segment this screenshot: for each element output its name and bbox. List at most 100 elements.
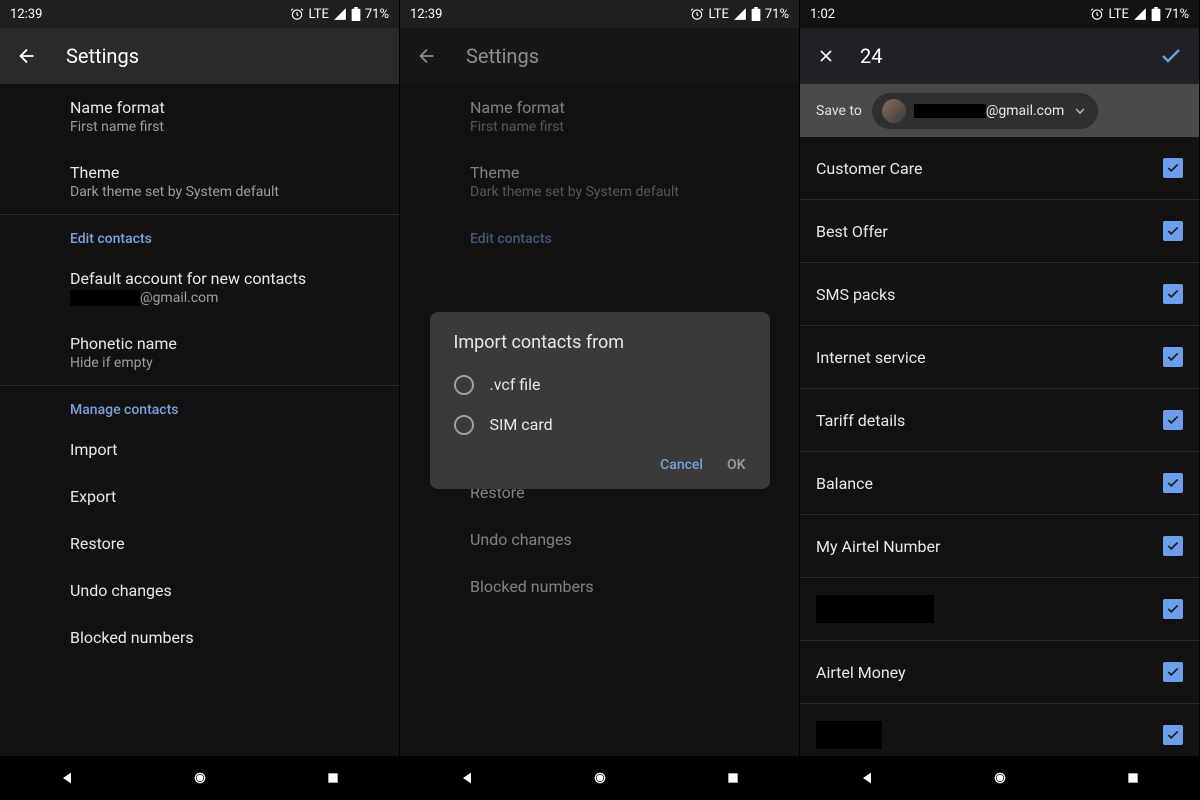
- row-import[interactable]: Import: [0, 426, 399, 473]
- status-time: 1:02: [810, 7, 835, 22]
- contact-name: Airtel Money: [816, 663, 906, 682]
- radio-icon: [454, 375, 474, 395]
- row-theme[interactable]: Theme Dark theme set by System default: [0, 149, 399, 214]
- contact-row[interactable]: Balance: [800, 452, 1199, 515]
- nav-recents-icon[interactable]: [1123, 768, 1143, 788]
- contact-name: Balance: [816, 474, 873, 493]
- checkbox[interactable]: [1163, 725, 1183, 745]
- contact-row[interactable]: [800, 578, 1199, 641]
- battery-icon: [1151, 7, 1161, 21]
- nav-recents-icon[interactable]: [323, 768, 343, 788]
- row-restore[interactable]: Restore: [0, 520, 399, 567]
- screen-select-contacts: 1:02 LTE 71% 24 Save to @gmail.com Custo…: [800, 0, 1200, 800]
- row-default-account[interactable]: Default account for new contacts @gmail.…: [0, 255, 399, 320]
- contact-name: Internet service: [816, 348, 926, 367]
- selection-bar: 24: [800, 28, 1199, 84]
- save-to-bar: Save to @gmail.com: [800, 84, 1199, 137]
- nav-back-icon[interactable]: [57, 768, 77, 788]
- screen-import-dialog: 12:39 LTE 71% Settings Name formatFirst …: [400, 0, 800, 800]
- row-export[interactable]: Export: [0, 473, 399, 520]
- contact-row[interactable]: Internet service: [800, 326, 1199, 389]
- nav-recents-icon[interactable]: [723, 768, 743, 788]
- network-label: LTE: [308, 7, 328, 22]
- radio-vcf[interactable]: .vcf file: [430, 365, 770, 405]
- contact-row[interactable]: Airtel Money: [800, 641, 1199, 704]
- network-label: LTE: [708, 7, 728, 22]
- battery-label: 71%: [765, 7, 789, 22]
- signal-icon: [1133, 7, 1147, 21]
- ok-button[interactable]: OK: [727, 457, 746, 473]
- checkbox[interactable]: [1163, 347, 1183, 367]
- chevron-down-icon: [1072, 103, 1088, 119]
- nav-bar: [800, 756, 1199, 800]
- redacted-email-prefix: [70, 290, 140, 306]
- checkbox[interactable]: [1163, 410, 1183, 430]
- status-bar: 1:02 LTE 71%: [800, 0, 1199, 28]
- row-name-format[interactable]: Name format First name first: [0, 84, 399, 149]
- alarm-icon: [1090, 7, 1104, 21]
- alarm-icon: [290, 7, 304, 21]
- close-icon[interactable]: [816, 46, 836, 66]
- radio-icon: [454, 415, 474, 435]
- page-title: Settings: [466, 44, 539, 68]
- battery-label: 71%: [1165, 7, 1189, 22]
- contact-name: Best Offer: [816, 222, 888, 241]
- checkbox[interactable]: [1163, 536, 1183, 556]
- back-icon[interactable]: [16, 45, 38, 67]
- status-right: LTE 71%: [690, 7, 789, 22]
- contact-row[interactable]: Best Offer: [800, 200, 1199, 263]
- nav-home-icon[interactable]: [990, 768, 1010, 788]
- avatar: [882, 99, 906, 123]
- status-bar: 12:39 LTE 71%: [0, 0, 399, 28]
- section-edit-contacts: Edit contacts: [0, 215, 399, 255]
- battery-icon: [351, 7, 361, 21]
- title-bar: Settings: [0, 28, 399, 84]
- signal-icon: [333, 7, 347, 21]
- nav-bar: [0, 756, 399, 800]
- title-bar: Settings: [400, 28, 799, 84]
- settings-content: Name format First name first Theme Dark …: [0, 84, 399, 800]
- contact-name: Tariff details: [816, 411, 905, 430]
- nav-back-icon[interactable]: [457, 768, 477, 788]
- checkbox[interactable]: [1163, 284, 1183, 304]
- network-label: LTE: [1108, 7, 1128, 22]
- contact-row[interactable]: Tariff details: [800, 389, 1199, 452]
- nav-back-icon[interactable]: [857, 768, 877, 788]
- cancel-button[interactable]: Cancel: [660, 457, 703, 473]
- contact-name: Customer Care: [816, 159, 922, 178]
- import-dialog: Import contacts from .vcf file SIM card …: [430, 312, 770, 489]
- status-right: LTE 71%: [1090, 7, 1189, 22]
- row-blocked-numbers[interactable]: Blocked numbers: [0, 614, 399, 661]
- screen-settings: 12:39 LTE 71% Settings Name format First…: [0, 0, 400, 800]
- dialog-actions: Cancel OK: [430, 445, 770, 481]
- checkbox[interactable]: [1163, 473, 1183, 493]
- radio-sim[interactable]: SIM card: [430, 405, 770, 445]
- nav-home-icon[interactable]: [190, 768, 210, 788]
- checkbox[interactable]: [1163, 599, 1183, 619]
- checkbox[interactable]: [1163, 158, 1183, 178]
- status-right: LTE 71%: [290, 7, 389, 22]
- contact-name: [816, 595, 934, 623]
- status-time: 12:39: [10, 7, 42, 22]
- account-selector[interactable]: @gmail.com: [872, 93, 1098, 129]
- contact-name: [816, 721, 882, 749]
- contact-row[interactable]: My Airtel Number: [800, 515, 1199, 578]
- row-undo-changes[interactable]: Undo changes: [0, 567, 399, 614]
- contact-name: SMS packs: [816, 285, 895, 304]
- nav-home-icon[interactable]: [590, 768, 610, 788]
- contacts-list[interactable]: Customer Care Best Offer SMS packs Internet…: [800, 137, 1199, 800]
- page-title: Settings: [66, 44, 139, 68]
- checkbox[interactable]: [1163, 221, 1183, 241]
- nav-bar: [400, 756, 799, 800]
- status-time: 12:39: [410, 7, 442, 22]
- save-to-label: Save to: [816, 103, 862, 119]
- dialog-title: Import contacts from: [430, 332, 770, 365]
- contact-row[interactable]: Customer Care: [800, 137, 1199, 200]
- back-icon: [416, 45, 438, 67]
- checkbox[interactable]: [1163, 662, 1183, 682]
- row-phonetic-name[interactable]: Phonetic name Hide if empty: [0, 320, 399, 385]
- alarm-icon: [690, 7, 704, 21]
- battery-label: 71%: [365, 7, 389, 22]
- confirm-icon[interactable]: [1159, 44, 1183, 68]
- contact-row[interactable]: SMS packs: [800, 263, 1199, 326]
